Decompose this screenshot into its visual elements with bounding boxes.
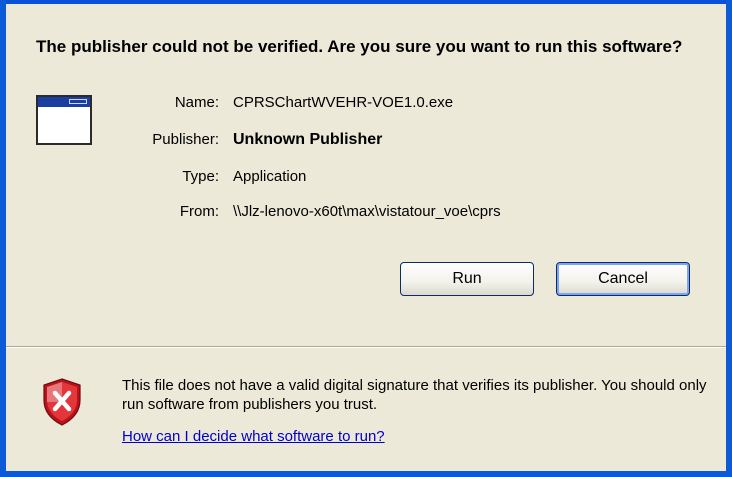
field-type-label: Type:	[182, 168, 219, 185]
security-shield-icon	[43, 378, 81, 426]
help-link[interactable]: How can I decide what software to run?	[122, 427, 385, 446]
section-divider	[6, 346, 726, 348]
dialog-title: The publisher could not be verified. Are…	[36, 37, 683, 56]
icon-window-buttons	[69, 99, 87, 104]
security-warning-dialog: The publisher could not be verified. Are…	[0, 0, 732, 477]
field-from-label: From:	[179, 203, 219, 220]
field-type-value: Application	[233, 168, 307, 185]
field-publisher-value: Unknown Publisher	[233, 131, 383, 148]
application-window-icon	[36, 95, 92, 145]
warning-message: This file does not have a valid digital …	[122, 377, 707, 413]
field-name-value: CPRSChartWVEHR-VOE1.0.exe	[233, 94, 454, 111]
run-button[interactable]: Run	[400, 262, 534, 296]
field-name: Name: CPRSChartWVEHR-VOE1.0.exe	[106, 92, 453, 114]
field-name-label: Name:	[174, 94, 219, 111]
cancel-button[interactable]: Cancel	[556, 262, 690, 296]
field-publisher-label: Publisher:	[152, 131, 219, 148]
field-from: From: \\Jlz-lenovo-x60t\max\vistatour_voe…	[106, 201, 501, 223]
field-publisher: Publisher: Unknown Publisher	[106, 129, 382, 151]
field-type: Type: Application	[106, 166, 306, 188]
window-top-border	[6, 0, 726, 4]
field-from-value: \\Jlz-lenovo-x60t\max\vistatour_voe\cprs	[233, 203, 501, 220]
